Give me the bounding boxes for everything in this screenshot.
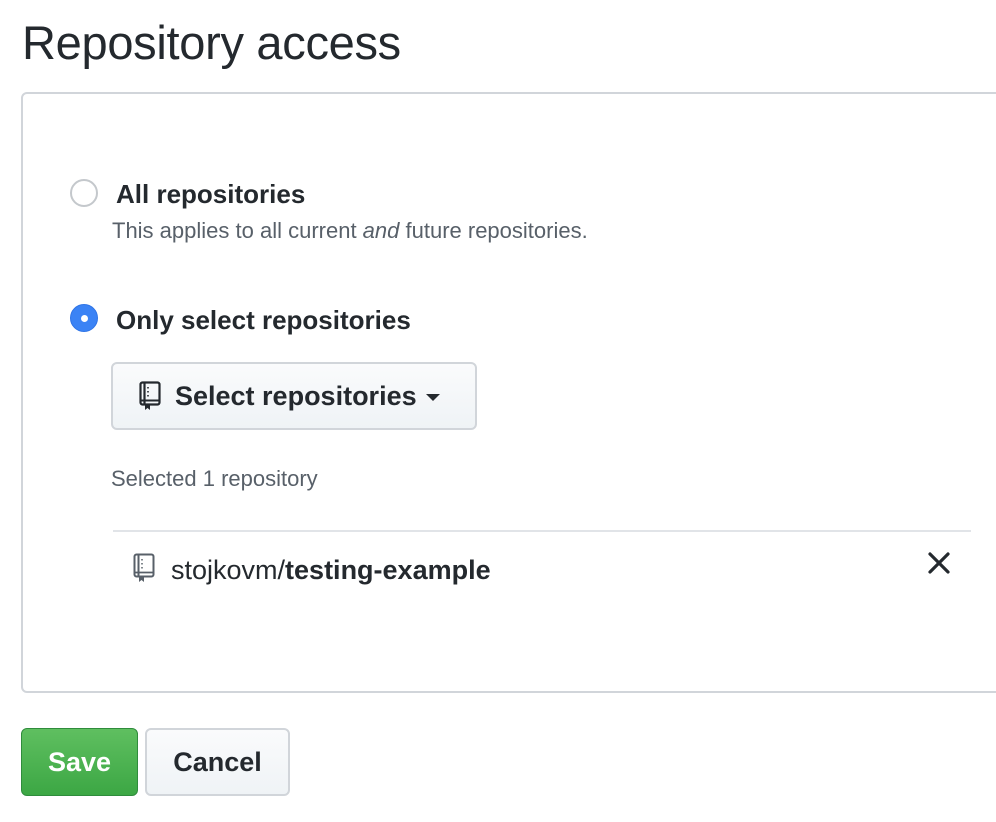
selected-repo-row: stojkovm/testing-example	[113, 540, 971, 600]
cancel-button[interactable]: Cancel	[145, 728, 290, 796]
all-repositories-description: This applies to all current and future r…	[112, 217, 588, 245]
repo-name: testing-example	[285, 555, 491, 585]
description-text-start: This applies to all current	[112, 218, 363, 243]
all-repositories-radio[interactable]	[70, 179, 98, 207]
selected-repo-name: stojkovm/testing-example	[171, 554, 491, 586]
selected-count-text: Selected 1 repository	[111, 466, 318, 491]
description-text-end: future repositories.	[399, 218, 588, 243]
select-repositories-button[interactable]: Select repositories	[111, 362, 477, 430]
repo-icon	[133, 553, 155, 583]
chevron-down-icon	[425, 394, 440, 401]
repo-separator: /	[277, 555, 286, 585]
description-text-emphasis: and	[362, 218, 400, 243]
only-select-repositories-label[interactable]: Only select repositories	[116, 304, 411, 336]
save-button[interactable]: Save	[21, 728, 138, 796]
close-icon[interactable]	[927, 551, 951, 575]
repo-owner: stojkovm	[171, 555, 278, 585]
all-repositories-label[interactable]: All repositories	[116, 178, 305, 210]
only-select-repositories-radio[interactable]	[70, 304, 98, 332]
page-title: Repository access	[22, 16, 401, 69]
repository-access-page: Repository access All repositories This …	[0, 0, 996, 822]
repo-icon	[139, 381, 161, 411]
radio-selected-dot	[81, 315, 88, 322]
list-divider	[113, 530, 971, 532]
select-repositories-label: Select repositories	[175, 381, 417, 411]
